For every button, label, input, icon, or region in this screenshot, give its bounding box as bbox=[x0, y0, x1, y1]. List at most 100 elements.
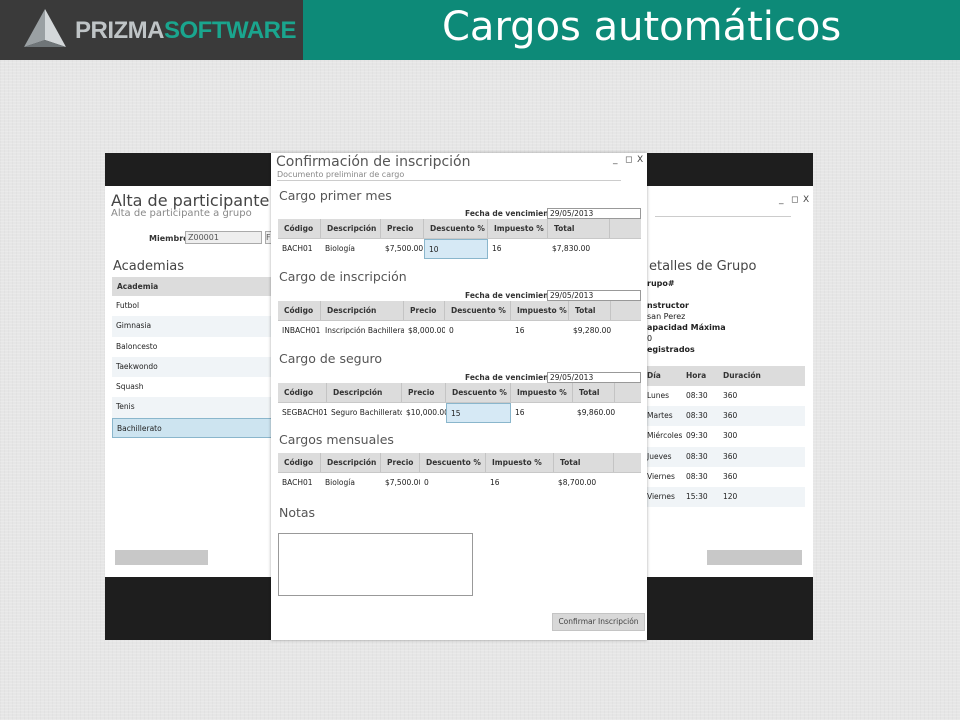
horizontal-scrollbar[interactable] bbox=[707, 550, 802, 565]
column-header[interactable]: Descripción bbox=[321, 219, 381, 238]
insurance-charge-grid: Código Descripción Precio Descuento % Im… bbox=[278, 383, 641, 423]
column-header[interactable]: Precio bbox=[402, 383, 446, 402]
due-date-input[interactable]: 29/05/2013 bbox=[547, 372, 641, 383]
registered-label: egistrados bbox=[647, 345, 695, 354]
discount-cell[interactable]: 15 bbox=[446, 403, 511, 423]
due-date-label: Fecha de vencimiento bbox=[465, 209, 558, 218]
close-button[interactable]: X bbox=[803, 195, 809, 205]
time-cell: 08:30 bbox=[686, 391, 708, 400]
table-row[interactable]: Miércoles 09:30 300 bbox=[645, 426, 805, 446]
list-item-selected[interactable]: Bachillerato bbox=[112, 417, 275, 439]
table-row[interactable]: Jueves 08:30 360 bbox=[645, 446, 805, 467]
column-header[interactable]: Impuesto % bbox=[511, 383, 573, 402]
list-item[interactable]: Futbol bbox=[112, 296, 275, 316]
slide-header: PRIZMASOFTWARE Cargos automáticos bbox=[0, 0, 960, 60]
maximize-button[interactable]: ◻ bbox=[625, 155, 632, 165]
description-cell: Biología bbox=[325, 478, 355, 487]
table-row[interactable]: INBACH01 Inscripción Bachillerato $8,000… bbox=[278, 321, 641, 341]
slide-title: Cargos automáticos bbox=[442, 4, 842, 50]
table-header: Código Descripción Precio Descuento % Im… bbox=[278, 219, 641, 239]
column-header[interactable]: Impuesto % bbox=[488, 219, 548, 238]
member-input[interactable]: Z00001 bbox=[185, 231, 262, 244]
day-cell: Viernes bbox=[647, 471, 675, 481]
discount-cell[interactable]: 0 bbox=[420, 473, 486, 493]
confirm-enrollment-button[interactable]: Confirmar Inscripción bbox=[552, 613, 645, 631]
enrollment-charge-grid: Código Descripción Precio Descuento % Im… bbox=[278, 301, 641, 341]
column-header[interactable]: Academia bbox=[112, 277, 275, 296]
column-header[interactable]: Descripción bbox=[321, 301, 404, 320]
code-cell: SEGBACH01 bbox=[282, 408, 327, 417]
list-item[interactable]: Gimnasia bbox=[112, 316, 275, 337]
instructor-value: san Perez bbox=[647, 312, 686, 321]
duration-cell: 300 bbox=[723, 431, 738, 441]
total-cell: $9,280.00 bbox=[573, 326, 611, 335]
list-item[interactable]: Taekwondo bbox=[112, 356, 275, 378]
due-date-input[interactable]: 29/05/2013 bbox=[547, 208, 641, 219]
table-row[interactable]: BACH01 Biología $7,500.00 10 16 $7,830.0… bbox=[278, 239, 641, 259]
column-header[interactable]: Hora bbox=[682, 366, 719, 386]
code-cell: INBACH01 bbox=[282, 326, 321, 335]
list-item[interactable]: Tenis bbox=[112, 397, 275, 418]
column-header[interactable]: Código bbox=[278, 453, 321, 472]
column-header[interactable]: Total bbox=[548, 219, 610, 238]
column-header[interactable]: Precio bbox=[381, 219, 424, 238]
minimize-button[interactable]: _ bbox=[613, 155, 618, 165]
column-header[interactable]: Total bbox=[569, 301, 611, 320]
academies-title: Academias bbox=[113, 259, 185, 274]
column-header[interactable]: Descuento % bbox=[420, 453, 486, 472]
table-header: Día Hora Duración bbox=[645, 366, 805, 386]
column-header[interactable]: Día bbox=[645, 366, 682, 386]
list-item[interactable]: Baloncesto bbox=[112, 337, 275, 357]
first-month-charge-title: Cargo primer mes bbox=[279, 188, 392, 203]
due-date-input[interactable]: 29/05/2013 bbox=[547, 290, 641, 301]
duration-cell: 360 bbox=[723, 411, 738, 421]
day-cell: Martes bbox=[647, 411, 673, 421]
tax-cell: 16 bbox=[515, 408, 525, 417]
column-header[interactable]: Precio bbox=[404, 301, 445, 320]
column-header[interactable]: Duración bbox=[719, 366, 779, 386]
discount-cell[interactable]: 0 bbox=[445, 321, 511, 341]
column-header[interactable]: Impuesto % bbox=[511, 301, 569, 320]
time-cell: 15:30 bbox=[686, 491, 708, 501]
column-header[interactable]: Código bbox=[278, 219, 321, 238]
enrollment-confirmation-dialog: Confirmación de inscripción Documento pr… bbox=[271, 153, 647, 640]
table-row[interactable]: Viernes 15:30 120 bbox=[645, 486, 805, 508]
table-row[interactable]: BACH01 Biología $7,500.00 0 16 $8,700.00 bbox=[278, 473, 641, 493]
table-header: Código Descripción Precio Descuento % Im… bbox=[278, 453, 641, 473]
price-cell: $7,500.00 bbox=[385, 478, 420, 487]
minimize-button[interactable]: _ bbox=[779, 195, 784, 205]
column-header[interactable]: Descripción bbox=[321, 453, 381, 472]
total-cell: $8,700.00 bbox=[558, 478, 597, 487]
column-header[interactable]: Código bbox=[278, 383, 327, 402]
table-row[interactable]: SEGBACH01 Seguro Bachillerato $10,000.00… bbox=[278, 403, 641, 423]
column-header[interactable]: Total bbox=[573, 383, 615, 402]
column-header[interactable]: Descuento % bbox=[424, 219, 488, 238]
column-header[interactable]: Descuento % bbox=[445, 301, 511, 320]
monthly-charges-grid: Código Descripción Precio Descuento % Im… bbox=[278, 453, 641, 493]
table-row[interactable]: Lunes 08:30 360 bbox=[645, 386, 805, 406]
table-row[interactable]: Martes 08:30 360 bbox=[645, 406, 805, 427]
close-button[interactable]: X bbox=[637, 155, 643, 165]
list-item[interactable]: Squash bbox=[112, 377, 275, 397]
time-cell: 08:30 bbox=[686, 471, 708, 481]
due-date-label: Fecha de vencimiento bbox=[465, 373, 558, 382]
column-header[interactable]: Total bbox=[554, 453, 614, 472]
column-header[interactable]: Código bbox=[278, 301, 321, 320]
code-cell: BACH01 bbox=[282, 478, 313, 487]
description-cell: Seguro Bachillerato bbox=[331, 408, 402, 417]
maximize-button[interactable]: ◻ bbox=[791, 195, 798, 205]
code-cell: BACH01 bbox=[282, 244, 313, 253]
group-details-title: etalles de Grupo bbox=[649, 259, 757, 274]
table-row[interactable]: Viernes 08:30 360 bbox=[645, 467, 805, 487]
column-header[interactable]: Precio bbox=[381, 453, 420, 472]
day-cell: Viernes bbox=[647, 491, 675, 501]
first-month-charge-grid: Código Descripción Precio Descuento % Im… bbox=[278, 219, 641, 259]
column-header[interactable]: Impuesto % bbox=[486, 453, 554, 472]
window-subtitle: Alta de participante a grupo bbox=[111, 208, 252, 219]
discount-cell[interactable]: 10 bbox=[424, 239, 488, 259]
notes-textarea[interactable] bbox=[278, 533, 473, 596]
column-header[interactable]: Descripción bbox=[327, 383, 402, 402]
horizontal-scrollbar[interactable] bbox=[115, 550, 208, 565]
column-header[interactable]: Descuento % bbox=[446, 383, 511, 402]
academies-list: Academia Futbol Gimnasia Baloncesto Taek… bbox=[112, 277, 275, 439]
